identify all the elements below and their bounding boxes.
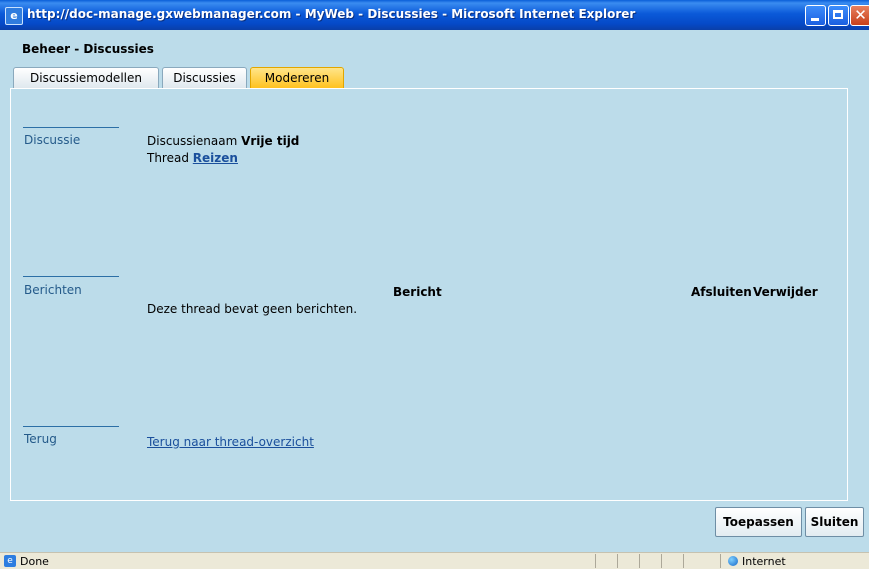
discussion-name-row: Discussienaam Vrije tijd	[147, 134, 299, 148]
browser-window: e http://doc-manage.gxwebmanager.com - M…	[0, 0, 869, 569]
section-label-discussie: Discussie	[24, 133, 81, 147]
status-divider	[639, 554, 640, 568]
apply-button[interactable]: Toepassen	[715, 507, 802, 537]
ie-icon: e	[5, 7, 23, 25]
close-button[interactable]: Sluiten	[805, 507, 864, 537]
status-divider	[720, 554, 721, 568]
section-divider	[23, 127, 119, 128]
tab-discussies[interactable]: Discussies	[162, 67, 247, 88]
column-header-afsluiten: Afsluiten	[691, 285, 752, 299]
page-header: Beheer - Discussies Discussiemodellen Di…	[0, 30, 869, 88]
discussion-name-value: Vrije tijd	[241, 134, 300, 148]
internet-zone-icon	[728, 556, 738, 566]
status-text: Done	[20, 555, 49, 568]
minimize-icon	[811, 18, 819, 21]
thread-row: Thread Reizen	[147, 151, 238, 165]
tab-discussiemodellen[interactable]: Discussiemodellen	[13, 67, 159, 88]
column-header-verwijder: Verwijder	[753, 285, 818, 299]
title-bar: e http://doc-manage.gxwebmanager.com - M…	[0, 0, 869, 31]
back-to-threads-link[interactable]: Terug naar thread-overzicht	[147, 435, 314, 449]
maximize-icon	[833, 10, 843, 19]
empty-messages-text: Deze thread bevat geen berichten.	[147, 302, 358, 316]
column-header-bericht: Bericht	[393, 285, 442, 299]
status-divider	[661, 554, 662, 568]
maximize-button[interactable]	[828, 5, 849, 26]
close-window-button[interactable]: ✕	[850, 5, 869, 26]
section-label-berichten: Berichten	[24, 283, 82, 297]
status-divider	[617, 554, 618, 568]
window-title: http://doc-manage.gxwebmanager.com - MyW…	[27, 7, 636, 21]
section-divider	[23, 426, 119, 427]
tab-modereren[interactable]: Modereren	[250, 67, 344, 88]
content-panel: Discussie Discussienaam Vrije tijd Threa…	[10, 88, 848, 501]
section-label-terug: Terug	[24, 432, 57, 446]
page-done-icon: e	[4, 555, 16, 567]
close-icon: ✕	[854, 6, 867, 24]
minimize-button[interactable]	[805, 5, 826, 26]
discussion-name-label: Discussienaam	[147, 134, 238, 148]
status-divider	[595, 554, 596, 568]
page-title: Beheer - Discussies	[22, 42, 154, 56]
status-bar: e Done Internet	[0, 552, 869, 569]
section-divider	[23, 276, 119, 277]
thread-link[interactable]: Reizen	[193, 151, 238, 165]
thread-label: Thread	[147, 151, 189, 165]
security-zone-text: Internet	[742, 555, 786, 568]
status-divider	[683, 554, 684, 568]
